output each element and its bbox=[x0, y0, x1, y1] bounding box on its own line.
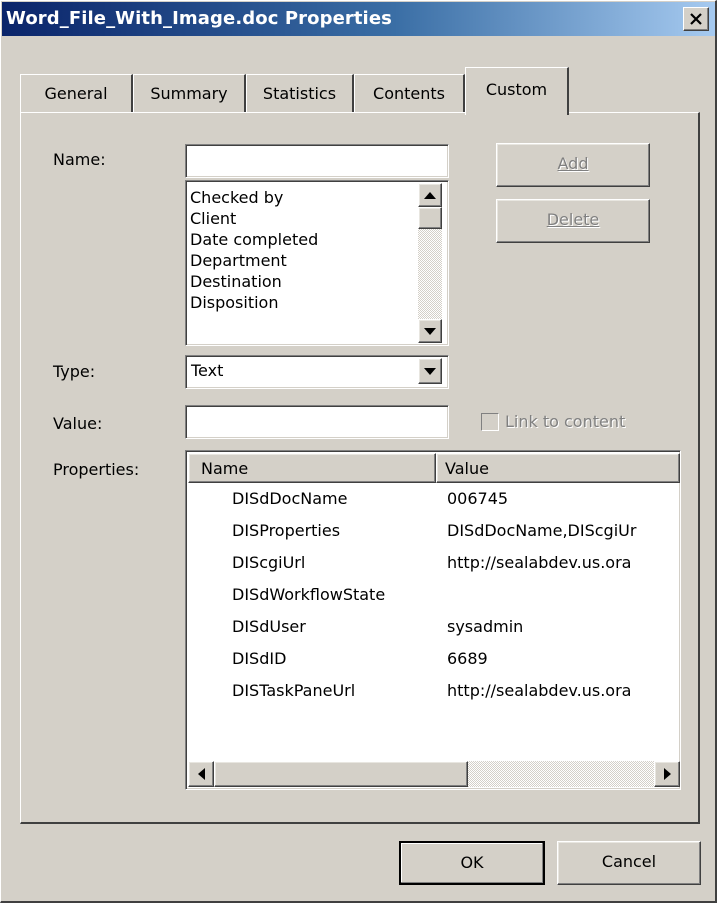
arrow-down-icon bbox=[424, 327, 436, 335]
value-label: Value: bbox=[53, 414, 103, 433]
list-item[interactable]: Destination bbox=[190, 271, 282, 292]
type-selected-value: Text bbox=[191, 361, 224, 380]
scroll-up-button[interactable] bbox=[418, 183, 442, 207]
tab-label: General bbox=[44, 84, 108, 103]
properties-rows: DISdDocName 006745 DISProperties DISdDoc… bbox=[188, 483, 680, 753]
tab-label: Statistics bbox=[262, 84, 337, 103]
add-button[interactable]: Add bbox=[496, 143, 650, 187]
table-row[interactable]: DISdUser sysadmin bbox=[188, 611, 680, 643]
property-value: sysadmin bbox=[447, 617, 524, 636]
properties-list[interactable]: Name Value DISdDocName 006745 DISPropert… bbox=[185, 450, 681, 790]
chevron-down-icon bbox=[424, 367, 436, 375]
name-label: Name: bbox=[53, 150, 106, 169]
arrow-up-icon bbox=[424, 191, 436, 199]
property-value: http://sealabdev.us.ora bbox=[447, 681, 632, 700]
scroll-thumb[interactable] bbox=[418, 207, 442, 229]
type-select[interactable]: Text bbox=[185, 355, 449, 389]
property-name: DISdWorkflowState bbox=[232, 585, 386, 604]
tab-general[interactable]: General bbox=[20, 74, 133, 112]
property-name: DISProperties bbox=[232, 521, 341, 540]
delete-button-label: Delete bbox=[546, 210, 600, 229]
column-header-label: Name bbox=[201, 459, 249, 478]
name-input[interactable] bbox=[185, 144, 449, 178]
property-name: DISdID bbox=[232, 649, 287, 668]
name-listbox[interactable]: Checked by Client Date completed Departm… bbox=[185, 180, 449, 346]
list-item[interactable]: Disposition bbox=[190, 292, 278, 313]
property-name: DIScgiUrl bbox=[232, 553, 306, 572]
list-item[interactable]: Checked by bbox=[190, 187, 283, 208]
table-row[interactable]: DISdID 6689 bbox=[188, 643, 680, 675]
tab-custom[interactable]: Custom bbox=[465, 67, 569, 115]
type-label: Type: bbox=[53, 362, 96, 381]
window-title: Word_File_With_Image.doc Properties bbox=[6, 8, 392, 29]
properties-hscrollbar[interactable] bbox=[188, 761, 680, 787]
cancel-button[interactable]: Cancel bbox=[557, 841, 701, 885]
add-button-label: Add bbox=[557, 154, 589, 173]
ok-button-label: OK bbox=[460, 853, 484, 872]
properties-dialog: Word_File_With_Image.doc Properties Gene… bbox=[0, 0, 717, 903]
tab-statistics[interactable]: Statistics bbox=[246, 74, 354, 112]
table-row[interactable]: DIScgiUrl http://sealabdev.us.ora bbox=[188, 547, 680, 579]
tab-summary[interactable]: Summary bbox=[133, 74, 246, 112]
property-value: http://sealabdev.us.ora bbox=[447, 553, 632, 572]
property-name: DISTaskPaneUrl bbox=[232, 681, 356, 700]
list-item[interactable]: Client bbox=[190, 208, 236, 229]
arrow-right-icon bbox=[663, 768, 671, 780]
type-dropdown-button[interactable] bbox=[418, 358, 442, 384]
table-row[interactable]: DISdWorkflowState bbox=[188, 579, 680, 611]
scroll-left-button[interactable] bbox=[188, 761, 214, 787]
close-icon bbox=[690, 13, 702, 25]
arrow-left-icon bbox=[197, 768, 205, 780]
delete-button[interactable]: Delete bbox=[496, 199, 650, 243]
tab-label: Summary bbox=[150, 84, 228, 103]
ok-button[interactable]: OK bbox=[399, 841, 545, 885]
link-to-content-checkbox[interactable] bbox=[481, 413, 499, 431]
properties-label: Properties: bbox=[53, 460, 140, 479]
table-row[interactable]: DISdDocName 006745 bbox=[188, 483, 680, 515]
property-name: DISdUser bbox=[232, 617, 306, 636]
tab-label: Custom bbox=[485, 80, 548, 99]
property-name: DISdDocName bbox=[232, 489, 348, 508]
cancel-button-label: Cancel bbox=[601, 852, 657, 871]
scroll-down-button[interactable] bbox=[418, 319, 442, 343]
hscroll-thumb[interactable] bbox=[214, 761, 468, 787]
value-input[interactable] bbox=[185, 405, 449, 439]
column-header-value[interactable]: Value bbox=[436, 453, 680, 483]
close-button[interactable] bbox=[683, 7, 709, 31]
tab-label: Contents bbox=[373, 84, 445, 103]
column-header-label: Value bbox=[445, 459, 489, 478]
property-value: 006745 bbox=[447, 489, 509, 508]
list-item[interactable]: Date completed bbox=[190, 229, 318, 250]
table-row[interactable]: DISProperties DISdDocName,DIScgiUr bbox=[188, 515, 680, 547]
title-bar[interactable]: Word_File_With_Image.doc Properties bbox=[2, 2, 715, 36]
custom-tab-panel: Name: Checked by Client Date completed D… bbox=[20, 112, 700, 824]
listbox-scrollbar[interactable] bbox=[418, 183, 442, 343]
column-header-name[interactable]: Name bbox=[188, 453, 436, 483]
table-row[interactable]: DISTaskPaneUrl http://sealabdev.us.ora bbox=[188, 675, 680, 707]
property-value: DISdDocName,DIScgiUr bbox=[447, 521, 637, 540]
scroll-right-button[interactable] bbox=[654, 761, 680, 787]
tab-contents[interactable]: Contents bbox=[354, 74, 465, 112]
property-value: 6689 bbox=[447, 649, 488, 668]
list-item[interactable]: Department bbox=[190, 250, 287, 271]
link-to-content-label: Link to content bbox=[505, 412, 626, 431]
